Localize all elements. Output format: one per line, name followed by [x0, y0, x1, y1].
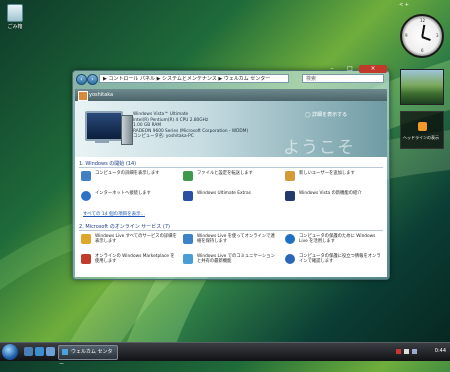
- task-ultimate-extras[interactable]: Windows Ultimate Extras: [183, 191, 279, 205]
- clock-number: 9: [405, 33, 408, 38]
- section-getting-started-title[interactable]: 1. Windows の開始 (14): [79, 160, 136, 167]
- monitor-stand: [95, 139, 109, 143]
- title-bar[interactable]: ‹ › ▶ コントロール パネル ▶ システムとメンテナンス ▶ ウェルカム セ…: [73, 65, 389, 89]
- hour-hand: [421, 36, 431, 42]
- divider: [79, 230, 383, 231]
- transfer-icon: [183, 171, 193, 181]
- task-view-computer-details[interactable]: コンピュータの詳細を表示します: [81, 171, 177, 185]
- system-summary: Windows Vista™ Ultimate Intel(R) Pentium…: [75, 101, 387, 158]
- welcome-heading: ようこそ: [283, 138, 355, 158]
- bin-icon: [7, 4, 23, 22]
- task-transfer-files[interactable]: ファイルと設定を転送します: [183, 171, 279, 185]
- back-button[interactable]: ‹: [76, 74, 87, 85]
- task-live-communication[interactable]: Windows Live でのコミュニケーションと共有の最新機能: [183, 254, 279, 268]
- close-button[interactable]: ×: [359, 65, 387, 73]
- task-live-contact[interactable]: Windows Live を使ってオンラインで連絡を保持します: [183, 234, 279, 248]
- task-label: Windows Ultimate Extras: [197, 191, 251, 196]
- taskbar-clock[interactable]: 0:44: [435, 348, 446, 354]
- task-whats-new[interactable]: Windows Vista の新機能の紹介: [285, 191, 381, 205]
- security-alert-icon[interactable]: [396, 349, 401, 354]
- task-label: Windows Live を使ってオンラインで連絡を保持します: [197, 234, 275, 245]
- task-live-protect[interactable]: コンピュータの保護のために Windows Live を活用します: [285, 234, 381, 248]
- extras-icon: [183, 191, 193, 201]
- rss-icon: [418, 122, 427, 131]
- welcome-center-icon: [62, 348, 68, 355]
- windows-live-icon: [81, 234, 91, 244]
- vista-new-icon: [285, 191, 295, 201]
- task-label: 新しいユーザーを追加します: [299, 171, 355, 176]
- task-add-user[interactable]: 新しいユーザーを追加します: [285, 171, 381, 185]
- recycle-bin-label: ごみ箱: [7, 24, 23, 30]
- clock-number: 6: [421, 48, 424, 53]
- windows-sidebar: < + 12 3 6 9 ヘッドラインの表示: [395, 0, 450, 340]
- task-label: ファイルと設定を転送します: [197, 171, 253, 176]
- show-desktop-icon[interactable]: [24, 347, 33, 356]
- task-label: コンピュータの保護に役立つ情報をオンラインで確認します: [299, 254, 381, 265]
- search-input[interactable]: 検索: [302, 74, 384, 83]
- taskbar-welcome-center[interactable]: ウェルカム センター: [58, 345, 118, 368]
- info-icon: [285, 254, 295, 264]
- task-connect-internet[interactable]: インターネットへ接続します: [81, 191, 177, 205]
- sidebar-add-gadget-button[interactable]: < +: [399, 2, 409, 8]
- spec-line: コンピュータ名: yoshitaka-PC: [133, 134, 194, 140]
- marketplace-icon: [81, 254, 91, 264]
- computer-details-icon: [81, 171, 91, 181]
- system-tray: 0:44: [392, 343, 450, 361]
- task-label: Windows Live すべてのサービスの詳細を表示します: [95, 234, 177, 245]
- section-online-services-title[interactable]: 2. Microsoft のオンライン サービス (7): [79, 223, 170, 230]
- show-all-items-link[interactable]: すべての 14 個の項目を表示...: [83, 211, 145, 217]
- minimize-button[interactable]: –: [323, 65, 341, 73]
- volume-icon[interactable]: [412, 349, 417, 354]
- task-label: コンピュータの詳細を表示します: [95, 171, 160, 176]
- task-label: コンピュータの保護のために Windows Live を活用します: [299, 234, 376, 245]
- task-label: Windows Live でのコミュニケーションと共有の最新機能: [197, 254, 275, 265]
- user-name: yoshitaka: [89, 92, 114, 98]
- divider: [79, 167, 383, 168]
- clock-gadget[interactable]: 12 3 6 9: [400, 14, 444, 58]
- start-button[interactable]: [2, 344, 18, 360]
- task-label: オンラインの Windows Marketplace を使用します: [95, 254, 175, 265]
- task-security-info[interactable]: コンピュータの保護に役立つ情報をオンラインで確認します: [285, 254, 381, 268]
- internet-explorer-icon[interactable]: [35, 347, 44, 356]
- slideshow-gadget[interactable]: [400, 69, 444, 105]
- computer-icon: [85, 111, 123, 141]
- forward-button[interactable]: ›: [87, 74, 98, 85]
- system-specs: Windows Vista™ Ultimate Intel(R) Pentium…: [133, 112, 248, 140]
- task-label: Windows Vista の新機能の紹介: [299, 191, 362, 196]
- feed-headlines-gadget[interactable]: ヘッドラインの表示: [400, 111, 444, 149]
- task-list: 1. Windows の開始 (14) コンピュータの詳細を表示します ファイル…: [75, 157, 387, 277]
- task-marketplace[interactable]: オンラインの Windows Marketplace を使用します: [81, 254, 177, 268]
- task-live-services[interactable]: Windows Live すべてのサービスの詳細を表示します: [81, 234, 177, 248]
- people-icon: [183, 254, 193, 264]
- switch-windows-icon[interactable]: [46, 347, 55, 356]
- info-icon: [285, 234, 295, 244]
- taskbar: ウェルカム センター 0:44: [0, 342, 450, 368]
- network-icon[interactable]: [404, 349, 409, 354]
- messenger-icon: [183, 234, 193, 244]
- user-bar: yoshitaka: [75, 89, 387, 101]
- users-icon: [285, 171, 295, 181]
- clock-number: 3: [436, 33, 439, 38]
- welcome-center-window: ‹ › ▶ コントロール パネル ▶ システムとメンテナンス ▶ ウェルカム セ…: [72, 65, 390, 280]
- user-avatar-icon: [78, 91, 88, 101]
- clock-number: 12: [420, 18, 426, 23]
- globe-icon: [81, 191, 91, 201]
- feed-label: ヘッドラインの表示: [403, 135, 439, 140]
- task-label: インターネットへ接続します: [95, 191, 151, 196]
- tower-icon: [121, 115, 133, 145]
- recycle-bin-icon[interactable]: ごみ箱: [4, 4, 26, 30]
- show-details-link[interactable]: ◯ 詳細を表示する: [305, 111, 347, 118]
- address-bar[interactable]: ▶ コントロール パネル ▶ システムとメンテナンス ▶ ウェルカム センター: [99, 74, 289, 83]
- maximize-button[interactable]: □: [341, 65, 359, 73]
